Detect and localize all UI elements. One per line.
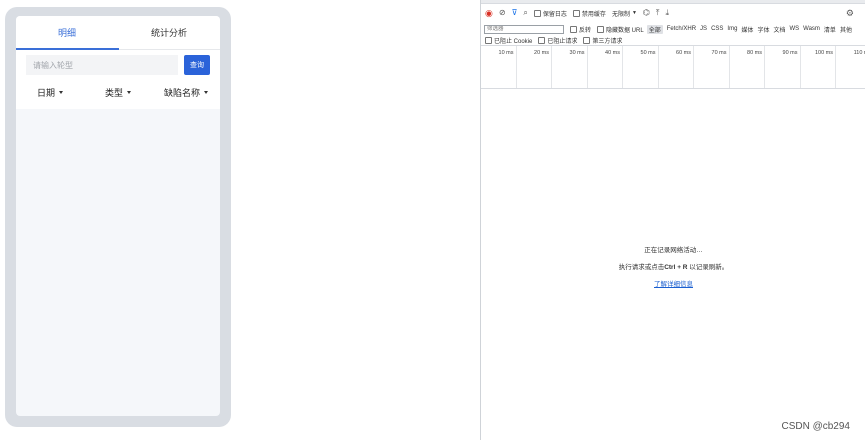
network-filter-input[interactable] (484, 24, 564, 34)
type-filter-font[interactable]: 字体 (757, 25, 769, 34)
throttle-select[interactable]: 无限制 ▼ (612, 9, 637, 18)
blocked-requests-label: 已阻止请求 (547, 38, 578, 45)
reload-hint: 执行请求或点击Ctrl + R 以记录刷新。 (618, 264, 729, 271)
caret-down-icon (59, 90, 63, 94)
query-button[interactable]: 查询 (184, 55, 210, 75)
app-screen: 明细 统计分析 查询 日期 类型 缺陷名称 (16, 16, 220, 416)
header-card: 明细 统计分析 查询 日期 类型 缺陷名称 (16, 16, 220, 109)
third-party-checkbox[interactable]: 第三方请求 (583, 36, 622, 45)
disable-cache-checkbox[interactable]: 禁用缓存 (572, 9, 606, 18)
filter-row: 日期 类型 缺陷名称 (16, 76, 220, 108)
blocked-cookies-checkbox[interactable]: 已阻止 Cookie (485, 36, 532, 45)
learn-more-link[interactable]: 了解详细信息 (654, 281, 693, 288)
type-filter-img[interactable]: Img (727, 26, 737, 32)
filter-defect-name-label: 缺陷名称 (163, 87, 200, 98)
timeline-tick-label: 110 m (853, 50, 865, 56)
search-icon[interactable]: ⌕ (523, 9, 527, 17)
dropdown-arrow-icon: ▼ (631, 10, 637, 16)
filter-defect-name[interactable]: 缺陷名称 (152, 86, 220, 99)
checkbox-icon (485, 36, 492, 44)
import-har-icon[interactable]: ⤒ (656, 9, 660, 17)
devtools-tab-strip (481, 0, 865, 4)
checkbox-icon (570, 25, 577, 33)
recording-message: 正在记录网络活动… (644, 247, 703, 254)
checkbox-icon (538, 36, 546, 44)
type-filter-js[interactable]: JS (700, 26, 707, 32)
type-filter-wasm[interactable]: Wasm (803, 26, 820, 32)
watermark: CSDN @cb294 (781, 421, 850, 432)
checkbox-icon (572, 9, 580, 17)
empty-state: 正在记录网络活动… 执行请求或点击Ctrl + R 以记录刷新。 了解详细信息 (481, 244, 865, 295)
caret-down-icon (204, 90, 208, 94)
filter-type-label: 类型 (104, 87, 123, 98)
cookie-filter-bar: 已阻止 Cookie 已阻止请求 第三方请求 (481, 35, 865, 45)
type-filter-css[interactable]: CSS (711, 26, 723, 32)
checkbox-icon (583, 36, 591, 44)
type-filter-manifest[interactable]: 清单 (824, 25, 836, 34)
filter-type[interactable]: 类型 (84, 86, 152, 99)
checkbox-icon (597, 25, 605, 33)
preserve-log-label: 保留日志 (542, 11, 567, 18)
hide-data-urls-checkbox[interactable]: 隐藏数据 URL (597, 25, 644, 34)
devtools-network-panel: ◉ ⊘ ⊽ ⌕ 保留日志 禁用缓存 无限制▼ ⌬ ⤒ ⤓ ⚙ 反转 隐藏数据 U… (480, 0, 865, 440)
timeline-tick: 110 m (481, 46, 865, 88)
network-conditions-icon[interactable]: ⌬ (643, 9, 650, 17)
network-filter-bar: 反转 隐藏数据 URL 全部 Fetch/XHR JS CSS Img 媒体 字… (481, 23, 865, 35)
phone-frame: 明细 统计分析 查询 日期 类型 缺陷名称 (5, 7, 231, 427)
preserve-log-checkbox[interactable]: 保留日志 (533, 9, 567, 18)
throttle-label: 无限制 (611, 11, 630, 18)
active-tab-indicator (16, 48, 119, 50)
search-row: 查询 (16, 50, 220, 76)
third-party-label: 第三方请求 (592, 38, 623, 45)
hide-data-urls-label: 隐藏数据 URL (606, 27, 644, 34)
network-toolbar: ◉ ⊘ ⊽ ⌕ 保留日志 禁用缓存 无限制 ▼ ⌬ ⤒ ⤓ ⚙ (481, 6, 865, 20)
caret-down-icon (127, 90, 131, 94)
tab-bar: 明细 统计分析 (16, 16, 220, 50)
tab-details[interactable]: 明细 (16, 16, 118, 49)
type-filter-ws[interactable]: WS (789, 26, 799, 32)
type-filter-all[interactable]: 全部 (646, 24, 663, 34)
type-filter-media[interactable]: 媒体 (741, 25, 753, 34)
export-har-icon[interactable]: ⤓ (665, 9, 669, 17)
reload-shortcut: Ctrl + R (664, 264, 688, 271)
clear-icon[interactable]: ⊘ (499, 9, 506, 17)
checkbox-icon (533, 9, 541, 17)
settings-gear-icon[interactable]: ⚙ (846, 8, 854, 18)
wheel-type-search-input[interactable] (26, 55, 178, 75)
filter-icon[interactable]: ⊽ (512, 9, 518, 17)
type-filter-other[interactable]: 其他 (840, 25, 852, 34)
tab-statistics[interactable]: 统计分析 (118, 16, 220, 49)
record-icon[interactable]: ◉ (485, 8, 493, 18)
network-timeline-overview[interactable]: 10 ms 20 ms 30 ms 40 ms 50 ms 60 ms 70 ms 80 ms… (481, 45, 865, 89)
type-filter-doc[interactable]: 文档 (773, 25, 785, 34)
filter-date-label: 日期 (36, 87, 55, 98)
invert-label: 反转 (579, 27, 592, 34)
disable-cache-label: 禁用缓存 (581, 11, 606, 18)
invert-checkbox[interactable]: 反转 (570, 25, 591, 34)
type-filter-fetch-xhr[interactable]: Fetch/XHR (667, 26, 696, 32)
blocked-cookies-label: 已阻止 Cookie (494, 38, 533, 45)
blocked-requests-checkbox[interactable]: 已阻止请求 (538, 36, 577, 45)
filter-date[interactable]: 日期 (16, 86, 84, 99)
